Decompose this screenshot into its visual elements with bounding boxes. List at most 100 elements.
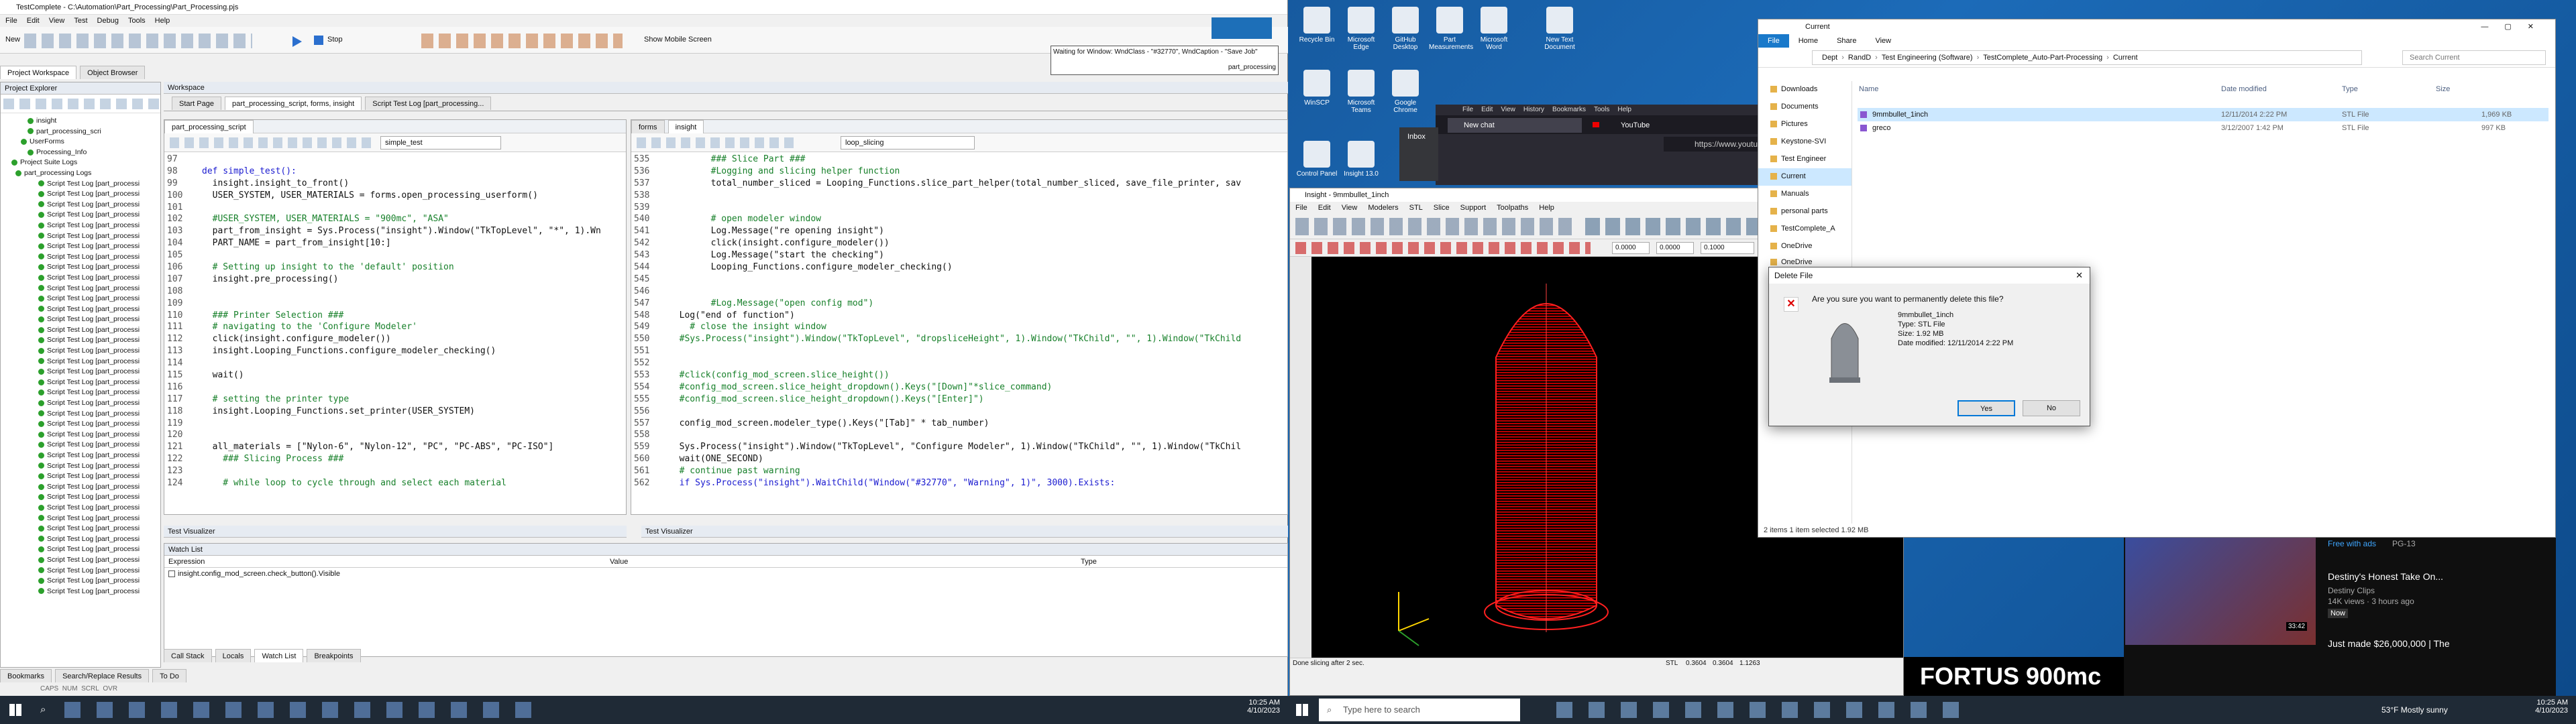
- menu-edit[interactable]: Edit: [27, 17, 40, 25]
- insight-menu-edit[interactable]: Edit: [1318, 204, 1331, 212]
- editor-left[interactable]: part_processing_script simple_test 97 98 d…: [164, 119, 627, 515]
- tab-bookmarks[interactable]: Bookmarks: [0, 669, 52, 682]
- insight-menu-toolpaths[interactable]: Toolpaths: [1497, 204, 1528, 212]
- nav-item[interactable]: Keystone-SVI: [1758, 133, 1851, 151]
- code-line[interactable]: 555 #config_mod_screen.slice_height_drop…: [631, 394, 1287, 406]
- log-item[interactable]: Script Test Log [part_processi: [7, 450, 160, 461]
- new-button[interactable]: New: [5, 36, 20, 44]
- code-line[interactable]: 113 insight.Looping_Functions.configure_…: [164, 345, 626, 357]
- tab-test-log[interactable]: Script Test Log [part_processing...: [365, 97, 492, 110]
- tab-search-replace[interactable]: Search/Replace Results: [55, 669, 150, 682]
- windows-icon-2[interactable]: [1296, 704, 1308, 716]
- code-line[interactable]: 123: [164, 465, 626, 477]
- log-item[interactable]: Script Test Log [part_processi: [7, 492, 160, 503]
- stop-button[interactable]: Stop: [327, 36, 343, 44]
- window-controls[interactable]: —▢✕: [2481, 19, 2550, 34]
- code-line[interactable]: 98 def simple_test():: [164, 166, 626, 178]
- log-item[interactable]: Script Test Log [part_processi: [7, 387, 160, 398]
- toolbar-icons[interactable]: [24, 34, 252, 48]
- explorer-toolbar[interactable]: [1, 95, 160, 113]
- log-item[interactable]: Script Test Log [part_processi: [7, 430, 160, 440]
- test-visualizer-left[interactable]: Test Visualizer: [164, 526, 627, 538]
- tab-youtube[interactable]: YouTube: [1605, 118, 1739, 133]
- test-visualizer-right[interactable]: Test Visualizer: [641, 526, 1288, 538]
- no-button[interactable]: No: [2023, 400, 2080, 416]
- close-icon[interactable]: ✕: [2076, 267, 2083, 284]
- code-line[interactable]: 546: [631, 286, 1287, 298]
- log-item[interactable]: Script Test Log [part_processi: [7, 409, 160, 420]
- browser-menu-item[interactable]: Bookmarks: [1552, 106, 1586, 113]
- weather[interactable]: 53°F Mostly sunny: [2381, 705, 2448, 715]
- log-item[interactable]: Script Test Log [part_processi: [7, 200, 160, 210]
- log-item[interactable]: Script Test Log [part_processi: [7, 335, 160, 346]
- video2-title[interactable]: Just made $26,000,000 | The: [2328, 638, 2450, 649]
- address-bar[interactable]: Dept › RandD › Test Engineering (Software) › T…: [1812, 50, 2362, 65]
- menu-help[interactable]: Help: [155, 17, 170, 25]
- log-item[interactable]: Script Test Log [part_processi: [7, 189, 160, 200]
- log-item[interactable]: Script Test Log [part_processi: [7, 471, 160, 482]
- routine-select[interactable]: simple_test: [380, 136, 501, 149]
- code-line[interactable]: 558: [631, 429, 1287, 441]
- breadcrumb-item[interactable]: TestComplete_Auto-Part-Processing: [1983, 54, 2102, 62]
- log-item[interactable]: Script Test Log [part_processi: [7, 294, 160, 304]
- log-item[interactable]: Script Test Log [part_processi: [7, 377, 160, 388]
- checkbox-icon[interactable]: [168, 570, 175, 578]
- nav-item[interactable]: OneDrive: [1758, 238, 1851, 254]
- tree-item[interactable]: Project Suite Logs: [7, 158, 160, 168]
- log-item[interactable]: Script Test Log [part_processi: [7, 566, 160, 577]
- code-line[interactable]: 120: [164, 429, 626, 441]
- z-field[interactable]: 0.1000: [1701, 242, 1754, 254]
- watch-row[interactable]: insight.config_mod_screen.check_button()…: [164, 568, 1287, 580]
- code-line[interactable]: 101: [164, 202, 626, 214]
- code-line[interactable]: 119: [164, 418, 626, 430]
- code-line[interactable]: 561 # continue past warning: [631, 465, 1287, 477]
- tab-start-page[interactable]: Start Page: [172, 97, 221, 110]
- code-line[interactable]: 537 total_number_sliced = Looping_Functi…: [631, 178, 1287, 190]
- tree-item[interactable]: part_processing_scri: [7, 127, 160, 137]
- insight-menu-modelers[interactable]: Modelers: [1368, 204, 1398, 212]
- nav-item[interactable]: TestComplete_A: [1758, 221, 1851, 238]
- tree-item[interactable]: UserForms: [7, 137, 160, 147]
- recording-icons[interactable]: [421, 34, 623, 48]
- code-line[interactable]: 547 #Log.Message("open config mod"): [631, 298, 1287, 310]
- code-line[interactable]: 106 # Setting up insight to the 'default…: [164, 261, 626, 274]
- log-item[interactable]: Script Test Log [part_processi: [7, 314, 160, 325]
- insight-toolbar[interactable]: [1295, 218, 1577, 235]
- tab-script[interactable]: part_processing_script, forms, insight: [225, 97, 362, 110]
- breadcrumb-item[interactable]: Current: [2113, 54, 2138, 62]
- code-line[interactable]: 100 USER_SYSTEM, USER_MATERIALS = forms.…: [164, 190, 626, 202]
- tab-breakpoints[interactable]: Breakpoints: [307, 649, 361, 662]
- browser-menu-item[interactable]: History: [1523, 106, 1544, 113]
- browser-menu-item[interactable]: File: [1462, 106, 1473, 113]
- log-item[interactable]: Script Test Log [part_processi: [7, 179, 160, 190]
- recording-toolbar[interactable]: [1212, 17, 1272, 39]
- code-line[interactable]: 543 Log.Message("start the checking"): [631, 249, 1287, 261]
- breadcrumb-item[interactable]: RandD: [1848, 54, 1871, 62]
- code-line[interactable]: 544 Looping_Functions.configure_modeler_…: [631, 261, 1287, 274]
- insight-menu-stl[interactable]: STL: [1409, 204, 1423, 212]
- insight-menu-file[interactable]: File: [1295, 204, 1307, 212]
- mobile-screen-button[interactable]: Show Mobile Screen: [644, 36, 712, 44]
- desktop-icon[interactable]: GitHub Desktop: [1385, 4, 1426, 64]
- desktop-icon[interactable]: New Text Document: [1539, 4, 1580, 64]
- nav-item[interactable]: Downloads: [1758, 81, 1851, 99]
- log-item[interactable]: Script Test Log [part_processi: [7, 503, 160, 514]
- ribbon-tab-home[interactable]: Home: [1789, 34, 1827, 48]
- desktop-icon[interactable]: WinSCP: [1296, 67, 1338, 127]
- log-item[interactable]: Script Test Log [part_processi: [7, 284, 160, 294]
- log-item[interactable]: Script Test Log [part_processi: [7, 262, 160, 273]
- log-item[interactable]: Script Test Log [part_processi: [7, 419, 160, 430]
- insight-menu-slice[interactable]: Slice: [1434, 204, 1450, 212]
- tab-project-workspace[interactable]: Project Workspace: [0, 66, 77, 79]
- col-value[interactable]: Value: [610, 556, 628, 568]
- tab-watch-list[interactable]: Watch List: [254, 649, 304, 662]
- tab-insight[interactable]: insight: [667, 120, 704, 133]
- routine-select-2[interactable]: loop_slicing: [841, 136, 975, 149]
- desktop-icon[interactable]: Microsoft Edge: [1340, 4, 1382, 64]
- browser-menu-item[interactable]: Help: [1617, 106, 1631, 113]
- log-item[interactable]: Script Test Log [part_processi: [7, 210, 160, 221]
- log-item[interactable]: Script Test Log [part_processi: [7, 241, 160, 252]
- code-line[interactable]: 116: [164, 381, 626, 394]
- browser-menu-item[interactable]: Edit: [1481, 106, 1493, 113]
- col-type[interactable]: Type: [1081, 556, 1097, 568]
